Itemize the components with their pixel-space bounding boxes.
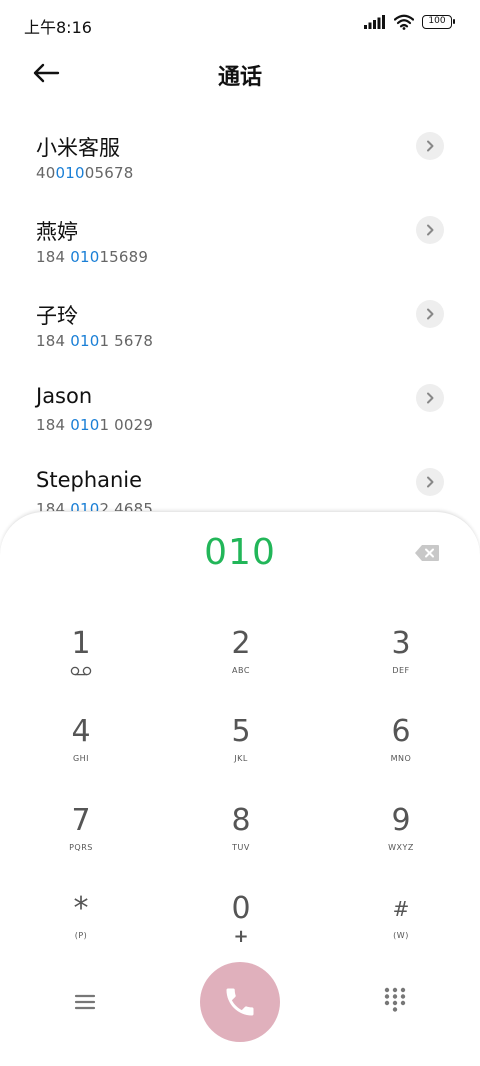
- dialpad-icon[interactable]: [382, 986, 408, 1014]
- contact-number: 184 0101 0029: [36, 416, 154, 434]
- contact-name: Stephanie: [36, 468, 143, 492]
- key-letters: +: [233, 926, 249, 947]
- voicemail-icon: [70, 666, 92, 676]
- key-5[interactable]: 5 JKL: [181, 712, 301, 792]
- status-time: 上午8:16: [24, 18, 92, 37]
- contact-detail-button[interactable]: [416, 468, 444, 496]
- key-digit: 8: [231, 803, 251, 838]
- key-star[interactable]: * (P): [21, 889, 141, 969]
- key-2[interactable]: 2 ABC: [181, 624, 301, 704]
- key-digit: 5: [231, 714, 251, 749]
- dialed-number: 010: [204, 532, 276, 573]
- status-icons: 100: [364, 14, 455, 30]
- dialer-panel: 010 1 2 ABC 3 DEF 4 GHI 5 JKL 6 MNO 7 PQ…: [0, 511, 480, 1066]
- key-letters: (P): [74, 931, 88, 940]
- contact-name: Jason: [36, 384, 93, 408]
- key-letters: DEF: [392, 666, 410, 675]
- key-letters: GHI: [72, 754, 90, 763]
- contact-list: 小米客服 4001005678 燕婷 184 01015689 子玲 184 0…: [0, 122, 480, 542]
- contact-number: 184 01015689: [36, 248, 149, 266]
- key-4[interactable]: 4 GHI: [21, 712, 141, 792]
- contact-name: 小米客服: [36, 136, 120, 160]
- contact-detail-button[interactable]: [416, 132, 444, 160]
- contact-number: 4001005678: [36, 164, 134, 182]
- key-0[interactable]: 0 +: [181, 889, 301, 969]
- key-digit: 3: [391, 626, 411, 661]
- key-letters: TUV: [232, 843, 250, 852]
- chevron-right-icon: [427, 140, 434, 152]
- key-digit: #: [392, 897, 410, 921]
- contact-item[interactable]: 子玲 184 0101 5678: [0, 290, 480, 374]
- key-letters: JKL: [234, 754, 248, 763]
- contact-detail-button[interactable]: [416, 216, 444, 244]
- key-3[interactable]: 3 DEF: [341, 624, 461, 704]
- contact-name: 子玲: [36, 304, 78, 328]
- key-1[interactable]: 1: [21, 624, 141, 704]
- key-6[interactable]: 6 MNO: [341, 712, 461, 792]
- key-letters: MNO: [390, 754, 412, 763]
- key-digit: 4: [71, 714, 91, 749]
- header: 通话: [0, 46, 480, 102]
- chevron-right-icon: [427, 224, 434, 236]
- key-digit: 2: [231, 626, 251, 661]
- key-8[interactable]: 8 TUV: [181, 801, 301, 881]
- contact-detail-button[interactable]: [416, 300, 444, 328]
- key-digit: 0: [231, 891, 251, 926]
- dialer-bottom-bar: [0, 962, 480, 1042]
- key-9[interactable]: 9 WXYZ: [341, 801, 461, 881]
- key-letters: WXYZ: [388, 843, 414, 852]
- chevron-right-icon: [427, 476, 434, 488]
- contact-item[interactable]: 小米客服 4001005678: [0, 122, 480, 206]
- contact-detail-button[interactable]: [416, 384, 444, 412]
- backspace-icon[interactable]: [414, 544, 440, 562]
- phone-icon: [226, 988, 254, 1016]
- contact-item[interactable]: Jason 184 0101 0029: [0, 374, 480, 458]
- key-digit: 1: [71, 626, 91, 661]
- key-digit: 9: [391, 803, 411, 838]
- wifi-icon: [394, 14, 414, 30]
- battery-icon: 100: [422, 15, 455, 29]
- key-letters: PQRS: [69, 843, 93, 852]
- chevron-right-icon: [427, 392, 434, 404]
- key-hash[interactable]: # (W): [341, 889, 461, 969]
- page-title: 通话: [217, 65, 262, 90]
- contact-number: 184 0101 5678: [36, 332, 154, 350]
- key-letters: (W): [393, 931, 409, 940]
- call-button[interactable]: [200, 962, 280, 1042]
- menu-icon[interactable]: [70, 988, 100, 1016]
- contact-name: 燕婷: [36, 220, 78, 244]
- status-bar: 上午8:16 100: [0, 0, 480, 46]
- chevron-right-icon: [427, 308, 434, 320]
- key-7[interactable]: 7 PQRS: [21, 801, 141, 881]
- signal-icon: [364, 15, 385, 29]
- key-letters: ABC: [232, 666, 250, 675]
- key-digit: *: [73, 891, 89, 926]
- key-digit: 6: [391, 714, 411, 749]
- contact-item[interactable]: 燕婷 184 01015689: [0, 206, 480, 290]
- key-digit: 7: [71, 803, 91, 838]
